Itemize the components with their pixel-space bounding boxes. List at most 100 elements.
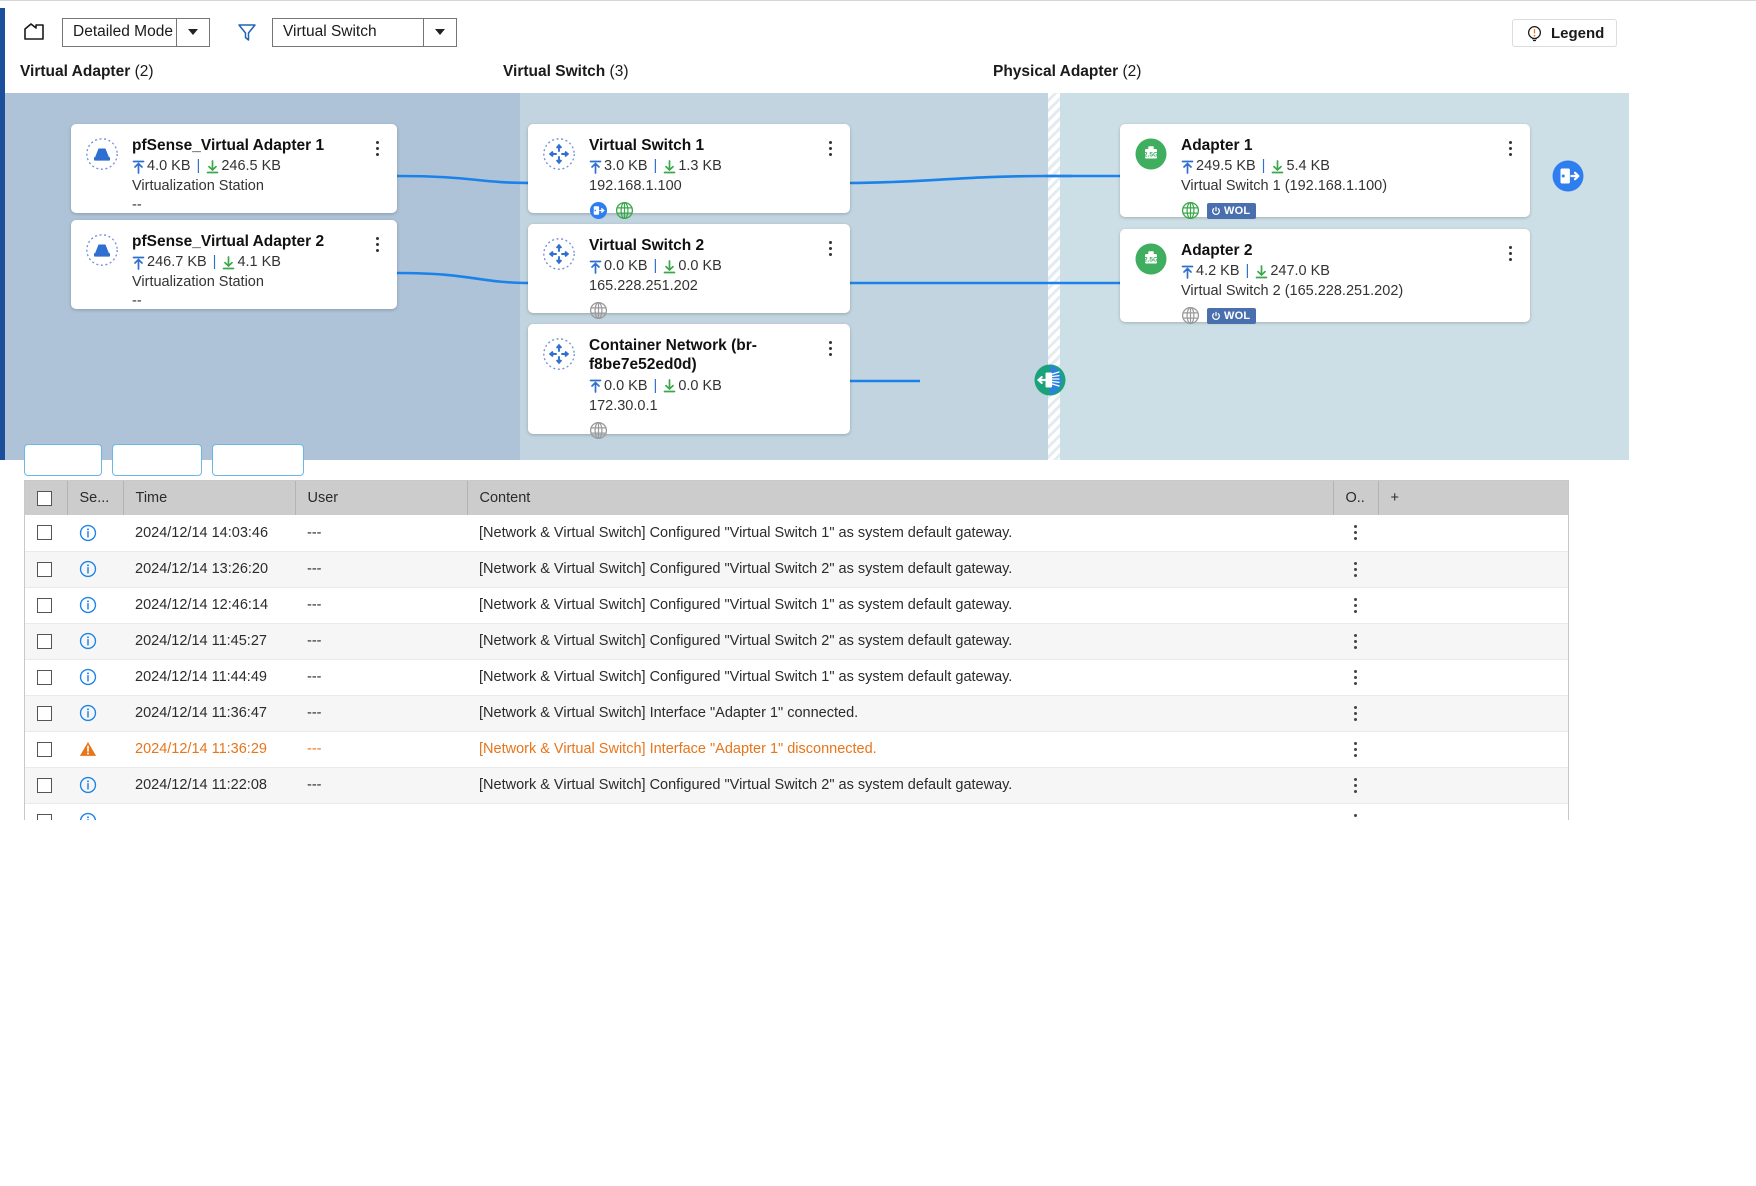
- row-spacer-cell: [1378, 659, 1568, 696]
- table-row[interactable]: 2024/12/14 11:45:27 --- [Network & Virtual…: [25, 623, 1568, 660]
- display-mode-select[interactable]: Detailed Mode: [62, 17, 210, 47]
- row-options-cell[interactable]: [1333, 695, 1378, 732]
- row-select-cell[interactable]: [25, 659, 67, 696]
- table-row[interactable]: 2024/12/14 13:26:20 --- [Network & Virtual…: [25, 551, 1568, 588]
- row-options-cell[interactable]: [1333, 623, 1378, 660]
- log-toolbar-button[interactable]: [112, 444, 202, 476]
- download-value: 0.0 KB: [678, 377, 722, 394]
- card-more-options-icon[interactable]: [822, 238, 838, 258]
- display-mode-dropdown-arrow[interactable]: [176, 18, 209, 46]
- virtual-switch-card[interactable]: Virtual Switch 2 0.0 KB | 0.0 KB 165.228…: [528, 224, 850, 320]
- row-select-cell[interactable]: [25, 587, 67, 624]
- row-options-cell[interactable]: [1333, 731, 1378, 768]
- row-options-cell[interactable]: [1333, 515, 1378, 552]
- row-checkbox[interactable]: [37, 813, 52, 820]
- card-more-options-icon[interactable]: [369, 138, 385, 158]
- header-select-all[interactable]: [25, 481, 68, 515]
- globe-icon-gray[interactable]: [1181, 306, 1200, 325]
- table-row[interactable]: 2024/12/14 11:44:49 --- [Network & Virtual…: [25, 659, 1568, 696]
- card-more-options-icon[interactable]: [369, 234, 385, 254]
- wol-badge[interactable]: WOL: [1207, 202, 1257, 219]
- header-user[interactable]: User: [295, 481, 468, 515]
- power-icon: [1212, 206, 1220, 215]
- internet-gateway-icon[interactable]: [1551, 159, 1585, 193]
- select-all-checkbox[interactable]: [37, 490, 52, 506]
- row-options-cell[interactable]: [1333, 767, 1378, 804]
- globe-icon-gray[interactable]: [589, 421, 608, 440]
- globe-icon-green[interactable]: [1181, 201, 1200, 220]
- row-select-cell[interactable]: [25, 695, 67, 732]
- wol-badge[interactable]: WOL: [1207, 307, 1257, 324]
- card-more-options-icon[interactable]: [822, 138, 838, 158]
- globe-icon-green[interactable]: [615, 201, 634, 220]
- virtual-switch-card[interactable]: Virtual Switch 1 3.0 KB | 1.3 KB 192.168…: [528, 124, 850, 220]
- row-spacer-cell: [1378, 731, 1568, 768]
- header-severity[interactable]: Se...: [67, 481, 124, 515]
- row-more-options-icon[interactable]: [1345, 525, 1366, 541]
- row-checkbox[interactable]: [37, 777, 52, 793]
- log-toolbar-button[interactable]: [212, 444, 304, 476]
- container-network-endpoint-icon[interactable]: [1033, 363, 1067, 397]
- header-time[interactable]: Time: [123, 481, 296, 515]
- row-checkbox[interactable]: [37, 561, 52, 577]
- row-select-cell[interactable]: [25, 803, 67, 820]
- table-row[interactable]: 2024/12/14 11:36:47 --- [Network & Virtual…: [25, 695, 1568, 732]
- globe-icon-gray[interactable]: [589, 301, 608, 320]
- row-more-options-icon[interactable]: [1345, 813, 1366, 820]
- physical-adapter-card[interactable]: 2.5G Adapter 2 4.2 KB | 247.0 KB Virtual…: [1120, 229, 1530, 325]
- row-select-cell[interactable]: [25, 767, 67, 804]
- row-more-options-icon[interactable]: [1345, 561, 1366, 577]
- table-row[interactable]: 2024/12/14 11:36:29 --- [Network & Virtual…: [25, 731, 1568, 768]
- row-checkbox[interactable]: [37, 669, 52, 685]
- row-more-options-icon[interactable]: [1345, 777, 1366, 793]
- row-select-cell[interactable]: [25, 551, 67, 588]
- filter-dropdown-arrow[interactable]: [423, 18, 456, 46]
- row-options-cell[interactable]: [1333, 587, 1378, 624]
- physical-adapter-icon: 2.5G: [1135, 243, 1167, 275]
- row-checkbox[interactable]: [37, 633, 52, 649]
- row-options-cell[interactable]: [1333, 551, 1378, 588]
- row-time-cell: 2024/12/14 13:26:20: [123, 551, 295, 588]
- table-row[interactable]: 2024/12/14 11:22:08 --- [Network & Virtual…: [25, 767, 1568, 804]
- table-row[interactable]: [25, 803, 1568, 820]
- row-checkbox[interactable]: [37, 597, 52, 613]
- header-add-column[interactable]: +: [1378, 481, 1568, 515]
- header-options[interactable]: O..: [1333, 481, 1379, 515]
- filter-value: Virtual Switch: [283, 23, 377, 40]
- filter-select[interactable]: Virtual Switch: [272, 17, 457, 47]
- stat-separator: |: [1245, 263, 1250, 280]
- card-more-options-icon[interactable]: [1502, 138, 1518, 158]
- virtual-adapter-card[interactable]: pfSense_Virtual Adapter 2 246.7 KB | 4.1…: [71, 220, 397, 309]
- download-value: 1.3 KB: [678, 158, 722, 175]
- table-row[interactable]: 2024/12/14 12:46:14 --- [Network & Virtual…: [25, 587, 1568, 624]
- row-select-cell[interactable]: [25, 623, 67, 660]
- row-more-options-icon[interactable]: [1345, 633, 1366, 649]
- row-options-cell[interactable]: [1333, 659, 1378, 696]
- card-more-options-icon[interactable]: [822, 338, 838, 358]
- card-more-options-icon[interactable]: [1502, 243, 1518, 263]
- row-select-cell[interactable]: [25, 731, 67, 768]
- row-content-cell: [467, 803, 1333, 820]
- row-checkbox[interactable]: [37, 525, 52, 541]
- gateway-icon[interactable]: [589, 201, 608, 220]
- container-network-card[interactable]: Container Network (br-f8be7e52ed0d) 0.0 …: [528, 324, 850, 439]
- row-more-options-icon[interactable]: [1345, 669, 1366, 685]
- row-select-cell[interactable]: [25, 515, 67, 552]
- home-icon[interactable]: [22, 19, 48, 45]
- column-header-virtual-switch: Virtual Switch (3): [503, 63, 628, 81]
- warning-icon: [79, 741, 97, 756]
- log-toolbar-button[interactable]: [24, 444, 102, 476]
- filter-funnel-icon[interactable]: [236, 21, 258, 43]
- virtual-adapter-card[interactable]: pfSense_Virtual Adapter 1 4.0 KB | 246.5…: [71, 124, 397, 213]
- row-options-cell[interactable]: [1333, 803, 1378, 820]
- legend-button[interactable]: Legend: [1512, 19, 1618, 47]
- row-more-options-icon[interactable]: [1345, 741, 1366, 757]
- stat-separator: |: [653, 377, 658, 394]
- table-row[interactable]: 2024/12/14 14:03:46 --- [Network & Virtual…: [25, 515, 1568, 552]
- row-more-options-icon[interactable]: [1345, 597, 1366, 613]
- physical-adapter-card[interactable]: 2.5G Adapter 1 249.5 KB | 5.4 KB Virtual…: [1120, 124, 1530, 220]
- header-content[interactable]: Content: [467, 481, 1334, 515]
- row-checkbox[interactable]: [37, 705, 52, 721]
- row-more-options-icon[interactable]: [1345, 705, 1366, 721]
- row-checkbox[interactable]: [37, 741, 52, 757]
